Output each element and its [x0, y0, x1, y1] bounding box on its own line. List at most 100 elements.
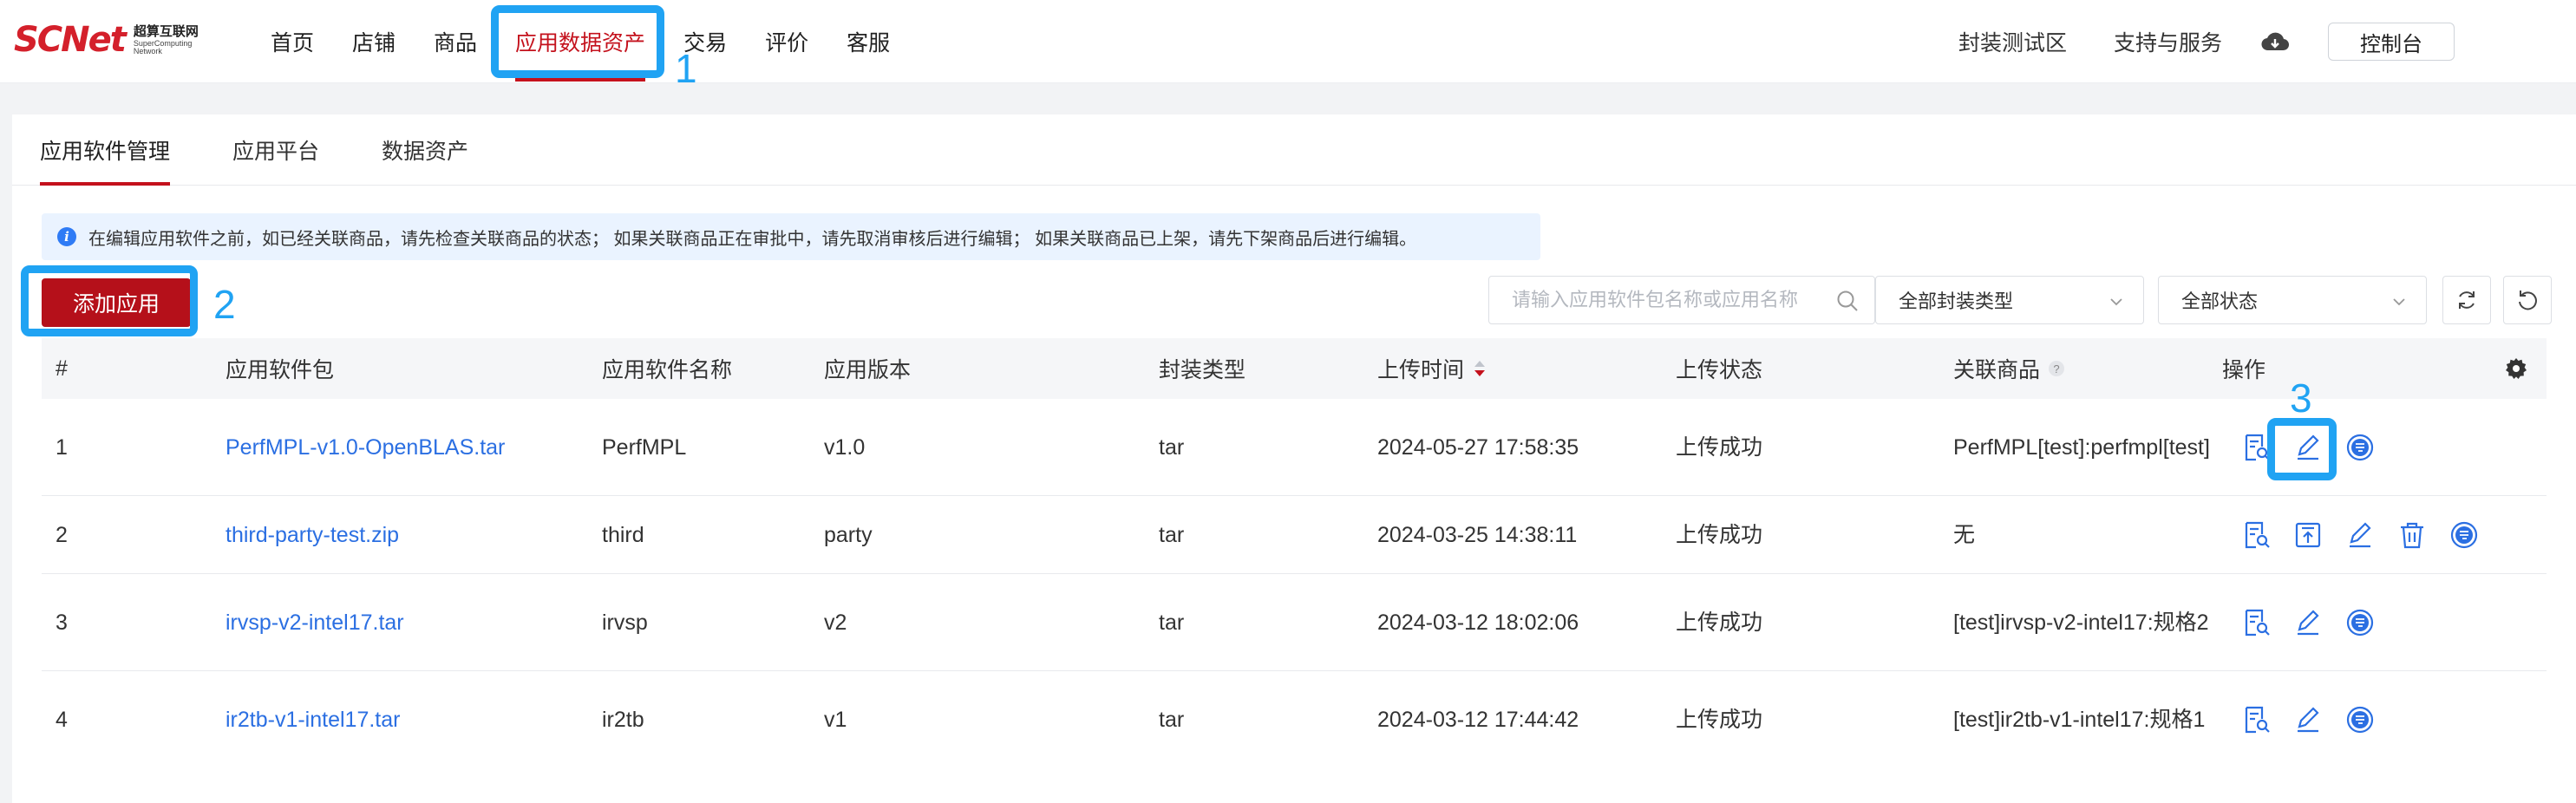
cell-package-link[interactable]: irvsp-v2-intel17.tar	[226, 574, 404, 670]
cell-package-link[interactable]: third-party-test.zip	[226, 496, 399, 573]
cell-status: 上传成功	[1676, 434, 1763, 460]
cell-version: v1.0	[824, 434, 866, 460]
annotation-number-1: 1	[675, 46, 697, 91]
edit-icon[interactable]	[2292, 606, 2324, 639]
nav-review[interactable]: 评价	[746, 0, 827, 83]
test-icon[interactable]	[2344, 703, 2377, 736]
main-nav: 首页 店铺 商品 应用数据资产 交易 评价 客服	[252, 0, 909, 83]
refresh-button[interactable]	[2442, 276, 2491, 324]
cell-package-link[interactable]: ir2tb-v1-intel17.tar	[226, 671, 400, 768]
chevron-down-icon	[2109, 292, 2124, 315]
gear-icon[interactable]	[2505, 357, 2527, 384]
tab-data-assets[interactable]: 数据资产	[382, 134, 468, 185]
status-value: 全部状态	[2181, 291, 2259, 312]
content-card: 应用软件管理 应用平台 数据资产 i 在编辑应用软件之前，如已经关联商品，请先检…	[12, 114, 2576, 803]
view-detail-icon[interactable]	[2239, 431, 2272, 464]
logo-en-text: SuperComputing Network	[133, 38, 193, 55]
cell-name: irvsp	[602, 610, 648, 635]
table-row: 3 irvsp-v2-intel17.tar irvsp v2 tar 2024…	[42, 574, 2547, 671]
col-index: #	[56, 356, 68, 381]
info-icon: i	[57, 227, 76, 246]
col-version: 应用版本	[824, 358, 912, 382]
cell-status: 上传成功	[1676, 708, 1763, 732]
annotation-number-3: 3	[2290, 375, 2312, 421]
col-status: 上传状态	[1676, 358, 1763, 382]
cell-index: 1	[56, 434, 68, 460]
cell-version: v2	[824, 610, 847, 635]
table-row: 2 third-party-test.zip third party tar 2…	[42, 496, 2547, 574]
console-button[interactable]: 控制台	[2328, 23, 2455, 61]
col-type: 封装类型	[1159, 358, 1246, 382]
cell-status: 上传成功	[1676, 610, 1763, 635]
cell-index: 2	[56, 522, 68, 547]
nav-shop[interactable]: 店铺	[333, 0, 415, 83]
nav-sandbox[interactable]: 封装测试区	[1958, 26, 2067, 57]
col-name: 应用软件名称	[602, 358, 733, 382]
nav-support[interactable]: 支持与服务	[2114, 26, 2222, 57]
test-icon[interactable]	[2448, 519, 2481, 552]
nav-customer-service[interactable]: 客服	[827, 0, 909, 83]
cell-product: [test]ir2tb-v1-intel17:规格1	[1953, 708, 2206, 732]
cell-product: [test]irvsp-v2-intel17:规格2	[1953, 610, 2209, 635]
cell-product: 无	[1953, 522, 1976, 547]
row-actions	[2239, 671, 2396, 768]
cell-index: 4	[56, 708, 68, 732]
reset-icon	[2519, 291, 2537, 310]
row-actions	[2239, 496, 2500, 573]
tab-app-software[interactable]: 应用软件管理	[40, 134, 171, 186]
cloud-download-icon[interactable]	[2260, 30, 2290, 53]
row-actions	[2239, 574, 2396, 670]
cell-upload-time: 2024-03-12 18:02:06	[1377, 610, 1579, 635]
annotation-number-2: 2	[213, 282, 236, 327]
sort-icon[interactable]	[1473, 359, 1487, 378]
view-detail-icon[interactable]	[2239, 519, 2272, 552]
logo-cn-text: 超算互联网	[133, 23, 199, 39]
cell-upload-time: 2024-03-12 17:44:42	[1377, 708, 1579, 732]
cell-package-link[interactable]: PerfMPL-v1.0-OpenBLAS.tar	[226, 399, 505, 495]
edit-icon[interactable]	[2292, 703, 2324, 736]
table-row: 4 ir2tb-v1-intel17.tar ir2tb v1 tar 2024…	[42, 671, 2547, 768]
sub-tabs: 应用软件管理 应用平台 数据资产	[12, 114, 2576, 186]
info-notice: i 在编辑应用软件之前，如已经关联商品，请先检查关联商品的状态； 如果关联商品正…	[42, 213, 1540, 260]
delete-icon[interactable]	[2396, 519, 2429, 552]
cell-name: PerfMPL	[602, 434, 687, 460]
scnet-logo[interactable]: SCNet 超算互联网 SuperComputing Network	[14, 20, 199, 60]
table-header: # 应用软件包 应用软件名称 应用版本 封装类型 上传时间 上传状态 关联商品 …	[42, 338, 2547, 399]
cell-name: third	[602, 522, 644, 547]
cell-type: tar	[1159, 708, 1185, 732]
status-select[interactable]: 全部状态	[2158, 276, 2427, 324]
view-detail-icon[interactable]	[2239, 606, 2272, 639]
view-detail-icon[interactable]	[2239, 703, 2272, 736]
notice-text: 在编辑应用软件之前，如已经关联商品，请先检查关联商品的状态； 如果关联商品正在审…	[88, 229, 1417, 249]
cell-version: v1	[824, 708, 847, 732]
search-box	[1488, 276, 1875, 324]
col-product-label: 关联商品	[1953, 358, 2041, 382]
col-upload-time[interactable]: 上传时间	[1377, 338, 1487, 399]
edit-icon[interactable]	[2344, 519, 2377, 552]
test-icon[interactable]	[2344, 431, 2377, 464]
cell-upload-time: 2024-05-27 17:58:35	[1377, 434, 1579, 460]
cell-status: 上传成功	[1676, 522, 1763, 547]
col-ops: 操作	[2222, 358, 2266, 382]
nav-home[interactable]: 首页	[252, 0, 333, 83]
package-type-select[interactable]: 全部封装类型	[1875, 276, 2144, 324]
cell-index: 3	[56, 610, 68, 635]
nav-products[interactable]: 商品	[415, 0, 496, 83]
nav-app-data-assets[interactable]: 应用数据资产	[496, 0, 664, 83]
test-icon[interactable]	[2344, 606, 2377, 639]
add-app-button[interactable]: 添加应用	[42, 278, 191, 327]
right-nav: 封装测试区 支持与服务 控制台	[1912, 0, 2455, 83]
top-navbar: SCNet 超算互联网 SuperComputing Network 首页 店铺…	[0, 0, 2576, 83]
cell-name: ir2tb	[602, 708, 644, 732]
help-icon[interactable]: ?	[2049, 361, 2065, 376]
edit-icon[interactable]	[2292, 431, 2324, 464]
cell-product: PerfMPL[test]:perfmpl[test]	[1953, 434, 2210, 460]
reset-button[interactable]	[2503, 276, 2552, 324]
publish-upload-icon[interactable]	[2292, 519, 2324, 552]
search-icon[interactable]	[1836, 290, 1859, 317]
table-row: 1 PerfMPL-v1.0-OpenBLAS.tar PerfMPL v1.0…	[42, 399, 2547, 496]
logo-wordmark: SCNet	[14, 20, 127, 60]
col-upload-time-label: 上传时间	[1377, 358, 1465, 382]
search-input[interactable]	[1512, 289, 1824, 311]
tab-app-platform[interactable]: 应用平台	[232, 134, 319, 185]
